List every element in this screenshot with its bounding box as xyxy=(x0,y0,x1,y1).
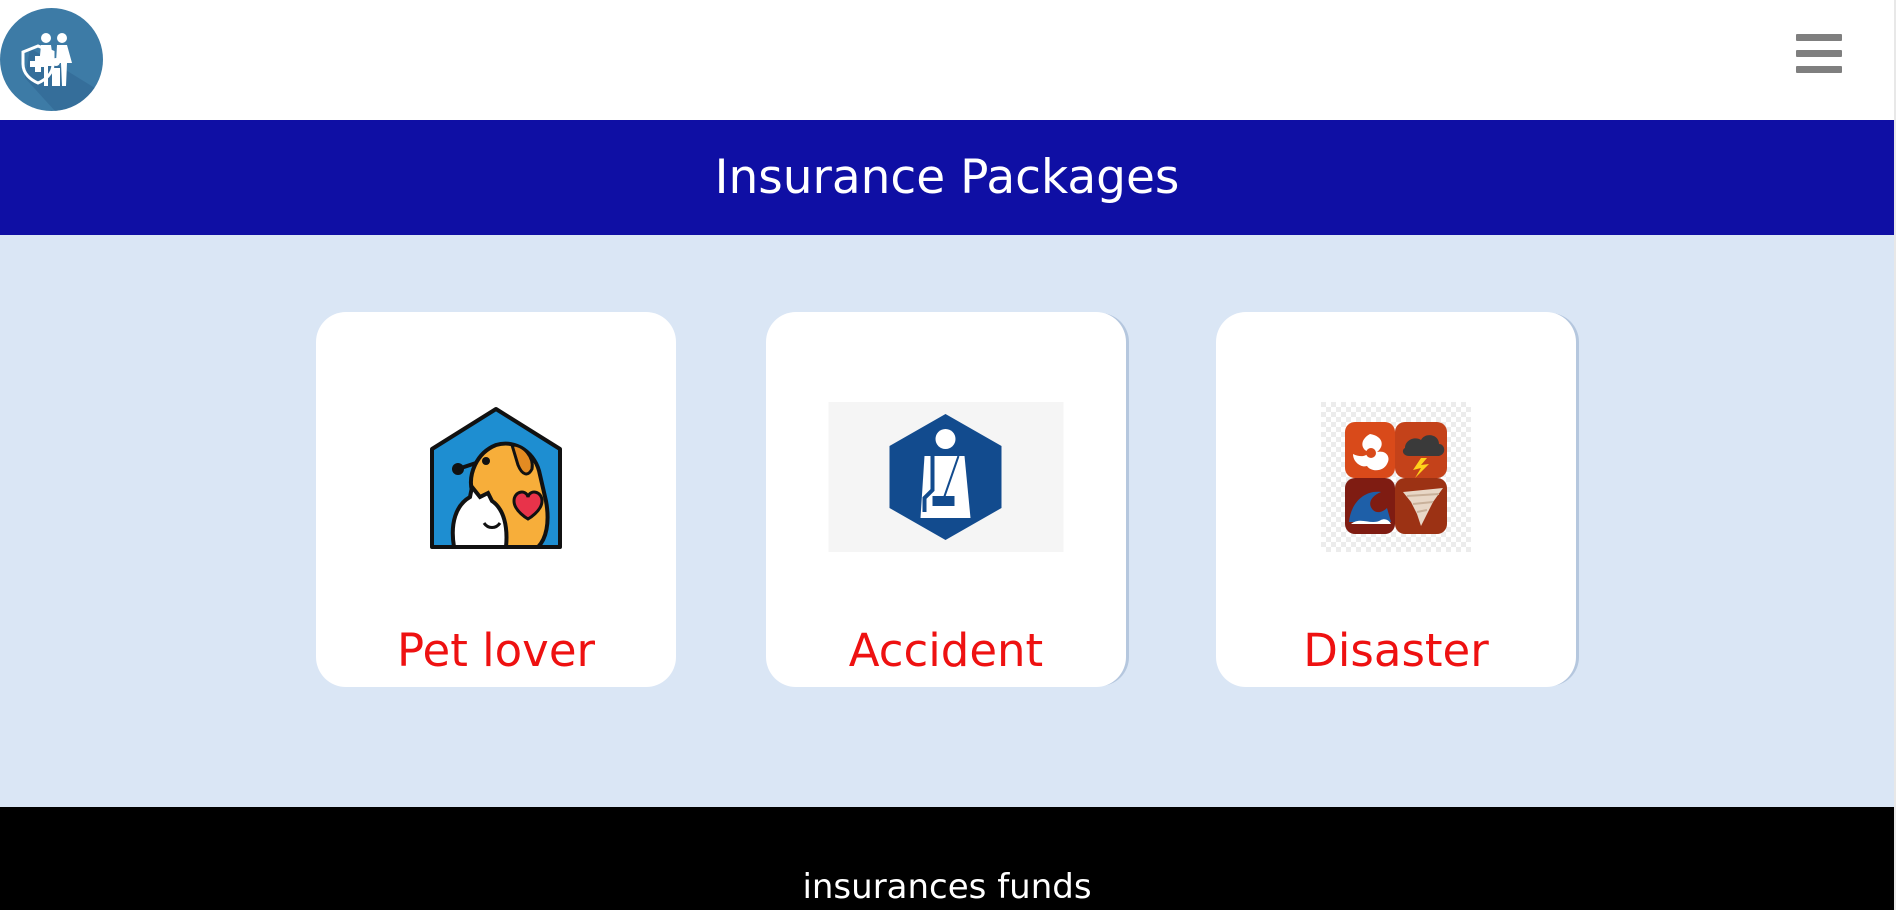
menu-bar xyxy=(1796,50,1842,57)
footer: insurances funds xyxy=(0,807,1894,910)
family-shield-icon[interactable] xyxy=(0,8,103,111)
injured-person-hexagon-icon xyxy=(828,402,1064,552)
package-card-pet-lover[interactable]: Pet lover xyxy=(316,312,676,687)
packages-section: Pet lover Accident Disaster xyxy=(0,235,1894,807)
hamburger-menu-icon[interactable] xyxy=(1796,32,1842,76)
pet-house-icon xyxy=(428,405,564,551)
top-bar xyxy=(0,0,1894,120)
menu-bar xyxy=(1796,34,1842,41)
package-card-disaster[interactable]: Disaster xyxy=(1216,312,1576,687)
page: Insurance Packages Pet lover Accident Di… xyxy=(0,0,1894,910)
package-card-accident[interactable]: Accident xyxy=(766,312,1126,687)
package-label: Disaster xyxy=(1303,624,1489,677)
footer-text: insurances funds xyxy=(802,867,1092,907)
page-banner: Insurance Packages xyxy=(0,120,1894,235)
natural-disasters-icon xyxy=(1321,402,1471,552)
page-title: Insurance Packages xyxy=(714,150,1180,205)
package-label: Pet lover xyxy=(396,624,596,677)
menu-bar xyxy=(1796,66,1842,73)
package-label: Accident xyxy=(848,624,1044,677)
